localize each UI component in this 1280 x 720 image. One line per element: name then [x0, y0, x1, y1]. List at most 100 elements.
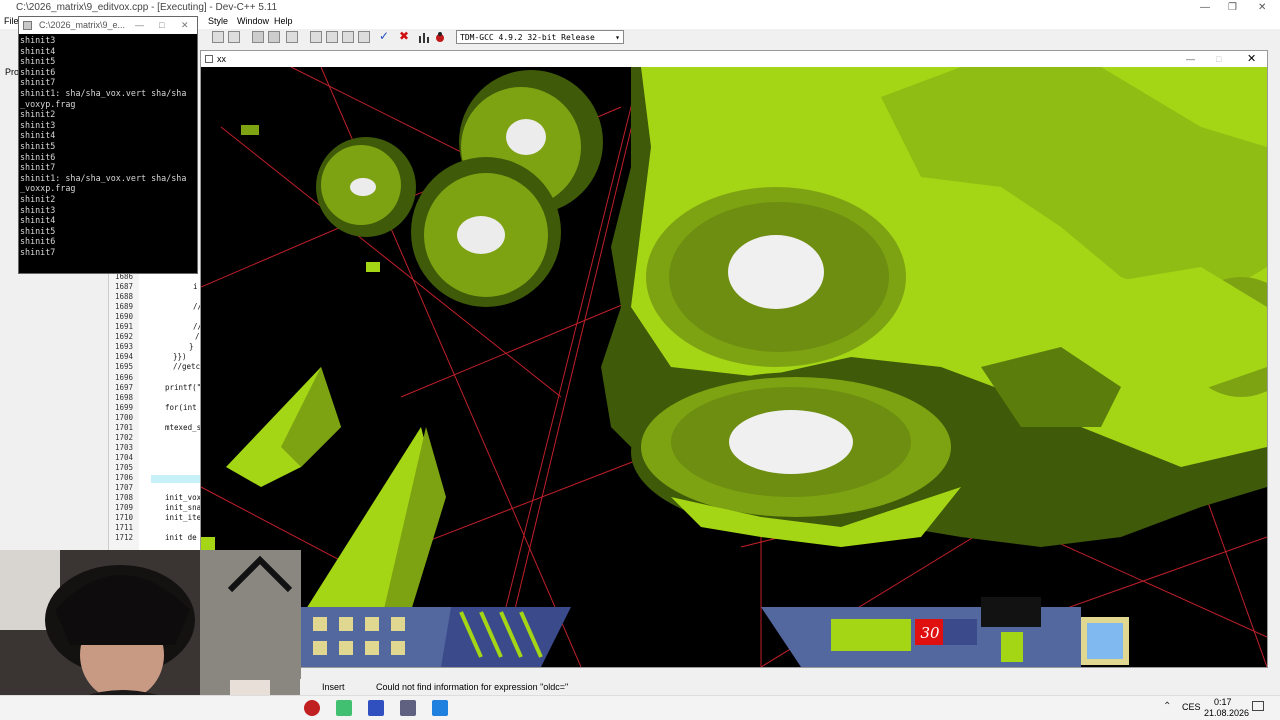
code-fragment: mtexed_s	[165, 422, 202, 432]
line-number: 1698	[115, 392, 134, 402]
console-line: shinit6	[20, 236, 56, 247]
notification-icon[interactable]	[1252, 701, 1264, 711]
save-all-icon[interactable]	[212, 31, 224, 43]
debug-bug-icon[interactable]	[434, 31, 446, 43]
devcpp-app-icon[interactable]	[368, 700, 384, 716]
redo-icon[interactable]	[268, 31, 280, 43]
console-line: shinit5	[20, 140, 56, 151]
line-number: 1711	[115, 523, 134, 533]
bookmark-icon[interactable]	[286, 31, 298, 43]
status-message: Could not find information for expressio…	[376, 682, 569, 692]
minimize-icon[interactable]: —	[1200, 0, 1210, 15]
console-app-icon[interactable]	[400, 700, 416, 716]
game-minimize-icon[interactable]: —	[1186, 51, 1195, 67]
window-icon[interactable]	[326, 31, 338, 43]
tray-chevron-up-icon[interactable]: ⌃	[1163, 701, 1171, 712]
console-line: shinit5	[20, 56, 56, 67]
menu-help[interactable]: Help	[274, 16, 293, 26]
close-icon[interactable]: ✕	[1258, 0, 1266, 15]
line-number: 1696	[115, 372, 134, 382]
console-title: C:\2026_matrix\9_e...	[39, 20, 126, 30]
voxel-viewport[interactable]: 30	[201, 67, 1267, 667]
voxel-scene	[201, 67, 1267, 667]
line-number: 1687	[115, 282, 134, 292]
stop-icon[interactable]: ✖	[398, 30, 410, 43]
check-icon[interactable]: ✓	[378, 30, 390, 43]
line-number: 1691	[115, 322, 134, 332]
code-fragment: /	[195, 332, 200, 342]
line-number: 1693	[115, 342, 134, 352]
line-number: 1692	[115, 332, 134, 342]
console-line: shinit1: sha/sha_vox.vert sha/sha	[20, 172, 187, 183]
console-title-bar: C:\2026_matrix\9_e... — □ ✕	[19, 17, 197, 34]
status-bar: Insert Could not find information for ex…	[300, 679, 1280, 695]
code-editor[interactable]: 1686 1687 1688 1689 1690 1691 1692 1693 1694 1695…	[108, 270, 204, 550]
line-number: 1712	[115, 533, 134, 543]
game-maximize-icon[interactable]: □	[1216, 51, 1221, 67]
game-window[interactable]: xx — □ ✕ 30	[200, 50, 1268, 668]
hud-counter: 30	[920, 624, 940, 642]
console-line: shinit2	[20, 193, 56, 204]
line-number: 1688	[115, 292, 134, 302]
line-number: 1697	[115, 382, 134, 392]
game-close-icon[interactable]: ✕	[1247, 51, 1256, 67]
console-line: shinit4	[20, 215, 56, 226]
current-line-highlight	[151, 475, 204, 483]
chart-icon[interactable]	[418, 31, 430, 43]
menu-window[interactable]: Window	[237, 16, 269, 26]
terminal-app-icon[interactable]	[336, 700, 352, 716]
console-line: shinit4	[20, 45, 56, 56]
console-line: shinit1: sha/sha_vox.vert sha/sha	[20, 87, 187, 98]
console-line: shinit5	[20, 225, 56, 236]
clock-date[interactable]: 21.08.2026	[1204, 708, 1249, 718]
line-number: 1708	[115, 493, 134, 503]
code-fragment: for(int	[165, 402, 197, 412]
console-window[interactable]: C:\2026_matrix\9_e... — □ ✕ shinit3 shini…	[18, 16, 198, 274]
console-line: shinit6	[20, 151, 56, 162]
line-number: 1706	[115, 473, 134, 482]
console-line: shinit6	[20, 66, 56, 77]
game-title-bar: xx — □ ✕	[201, 51, 1267, 67]
code-fragment: }})	[173, 352, 187, 362]
menu-style[interactable]: Style	[208, 16, 228, 26]
console-close-icon[interactable]: ✕	[181, 17, 189, 34]
line-number-gutter: 1686 1687 1688 1689 1690 1691 1692 1693 1694 1695…	[109, 270, 139, 550]
console-line: shinit3	[20, 204, 56, 215]
menu-file[interactable]: File	[4, 16, 19, 26]
line-number: 1702	[115, 432, 134, 442]
console-maximize-icon[interactable]: □	[159, 17, 164, 34]
line-number: 1700	[115, 412, 134, 422]
code-fragment: init_sna	[165, 503, 202, 513]
line-number: 1705	[115, 462, 134, 472]
grid-icon[interactable]	[310, 31, 322, 43]
code-fragment: printf("	[165, 382, 202, 392]
line-number: 1699	[115, 402, 134, 412]
restore-icon[interactable]: ❐	[1228, 0, 1237, 15]
console-line: shinit3	[20, 35, 56, 45]
console-output: shinit3 shinit4 shinit5 shinit6 shinit7 shini…	[20, 35, 196, 273]
print-icon[interactable]	[228, 31, 240, 43]
game-app-icon[interactable]	[432, 700, 448, 716]
console-line: shinit2	[20, 109, 56, 120]
recorder-icon[interactable]	[304, 700, 320, 716]
code-fragment: init de	[165, 533, 197, 543]
compiler-select[interactable]: TDM-GCC 4.9.2 32-bit Release	[456, 30, 624, 44]
voxel-mass-large	[601, 67, 1267, 547]
ide-toolbar: ✓ ✖ TDM-GCC 4.9.2 32-bit Release	[200, 29, 1280, 47]
console-line: _voxyp.frag	[20, 98, 76, 109]
ide-window-title: C:\2026_matrix\9_editvox.cpp - [Executin…	[16, 2, 278, 13]
line-number: 1690	[115, 312, 134, 322]
line-number: 1704	[115, 452, 134, 462]
input-language[interactable]: CES	[1182, 702, 1201, 712]
console-line: shinit7	[20, 77, 56, 88]
console-line: shinit4	[20, 130, 56, 141]
code-fragment: init_ite	[165, 513, 202, 523]
line-number: 1709	[115, 503, 134, 513]
project-tab[interactable]: Pro	[5, 67, 19, 77]
tile-icon[interactable]	[342, 31, 354, 43]
clock-time[interactable]: 0:17	[1214, 697, 1232, 707]
console-minimize-icon[interactable]: —	[135, 17, 144, 34]
console-line: _voxxp.frag	[20, 183, 76, 194]
undo-icon[interactable]	[252, 31, 264, 43]
table-icon[interactable]	[358, 31, 370, 43]
